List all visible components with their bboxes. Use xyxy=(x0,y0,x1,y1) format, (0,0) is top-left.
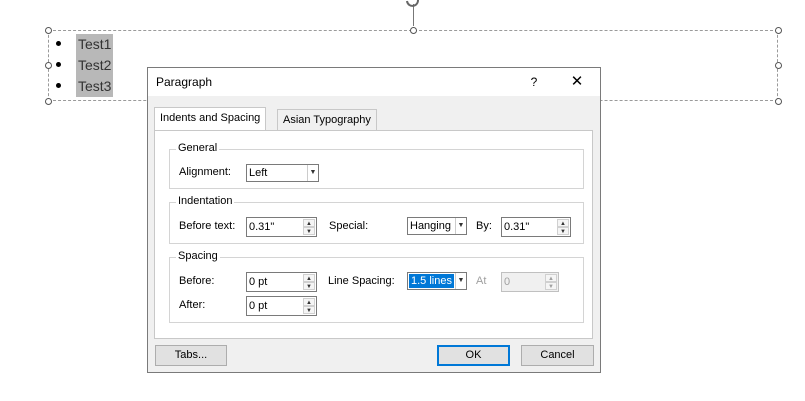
ok-button[interactable]: OK xyxy=(437,345,510,366)
spin-down-icon[interactable]: ▼ xyxy=(557,227,569,235)
group-spacing: Spacing Before: 0 pt ▲ ▼ Line Spacing: 1… xyxy=(169,250,584,323)
spin-down-icon[interactable]: ▼ xyxy=(303,306,315,314)
chevron-down-icon: ▼ xyxy=(307,165,318,181)
resize-handle-right[interactable] xyxy=(775,62,782,69)
before-label: Before: xyxy=(179,275,215,287)
tab-panel: General Alignment: Left ▼ Indentation Be… xyxy=(154,130,593,339)
spin-down-icon[interactable]: ▼ xyxy=(303,282,315,290)
dialog-title: Paragraph xyxy=(156,75,213,89)
bullet-icon xyxy=(56,62,61,67)
spin-up-icon[interactable]: ▲ xyxy=(545,274,557,282)
chevron-down-icon: ▼ xyxy=(455,273,466,289)
before-text-spinner[interactable]: 0.31" ▲ ▼ xyxy=(246,217,317,237)
resize-handle-bottom-right[interactable] xyxy=(775,98,782,105)
before-text-label: Before text: xyxy=(179,220,236,232)
alignment-select[interactable]: Left ▼ xyxy=(246,164,319,182)
dialog-titlebar[interactable]: Paragraph ? ✕ xyxy=(148,68,600,96)
bullet-text: Test2 xyxy=(76,55,114,76)
alignment-label: Alignment: xyxy=(179,166,231,178)
group-indentation: Indentation Before text: 0.31" ▲ ▼ Speci… xyxy=(169,195,584,244)
by-label: By: xyxy=(476,220,492,232)
before-spacing-spinner[interactable]: 0 pt ▲ ▼ xyxy=(246,272,317,292)
spin-up-icon[interactable]: ▲ xyxy=(303,298,315,306)
resize-handle-top-right[interactable] xyxy=(775,27,782,34)
resize-handle-top-left[interactable] xyxy=(45,27,52,34)
before-text-value: 0.31" xyxy=(249,221,275,233)
spin-up-icon[interactable]: ▲ xyxy=(303,274,315,282)
paragraph-dialog: Paragraph ? ✕ Indents and Spacing Asian … xyxy=(147,67,601,373)
line-spacing-value: 1.5 lines xyxy=(409,274,454,288)
bullet-text: Test3 xyxy=(76,76,114,97)
spin-down-icon[interactable]: ▼ xyxy=(545,282,557,290)
rotate-handle-icon[interactable] xyxy=(404,0,421,9)
tab-asian-typography[interactable]: Asian Typography xyxy=(277,109,377,131)
bullet-icon xyxy=(56,83,61,88)
chevron-down-icon: ▼ xyxy=(455,218,466,234)
resize-handle-left[interactable] xyxy=(45,62,52,69)
tab-indents-and-spacing[interactable]: Indents and Spacing xyxy=(154,107,267,131)
line-spacing-select[interactable]: 1.5 lines ▼ xyxy=(407,272,467,290)
by-spinner[interactable]: 0.31" ▲ ▼ xyxy=(501,217,571,237)
group-title-spacing: Spacing xyxy=(176,250,220,262)
spin-down-icon[interactable]: ▼ xyxy=(303,227,315,235)
spin-up-icon[interactable]: ▲ xyxy=(303,219,315,227)
special-select[interactable]: Hanging ▼ xyxy=(407,217,467,235)
special-value: Hanging xyxy=(410,220,451,232)
at-value: 0 xyxy=(504,276,511,288)
bullet-icon xyxy=(56,41,61,46)
cancel-button[interactable]: Cancel xyxy=(521,345,594,366)
at-label: At xyxy=(476,275,487,287)
special-label: Special: xyxy=(329,220,369,232)
spin-up-icon[interactable]: ▲ xyxy=(557,219,569,227)
resize-handle-top[interactable] xyxy=(410,27,417,34)
line-spacing-label: Line Spacing: xyxy=(328,275,395,287)
alignment-value: Left xyxy=(249,167,268,179)
group-general: General Alignment: Left ▼ xyxy=(169,142,584,189)
resize-handle-bottom-left[interactable] xyxy=(45,98,52,105)
tabs-button[interactable]: Tabs... xyxy=(155,345,227,366)
bullet-text: Test1 xyxy=(76,34,114,55)
group-title-indentation: Indentation xyxy=(176,195,235,207)
after-value: 0 pt xyxy=(249,300,268,312)
before-value: 0 pt xyxy=(249,276,268,288)
after-spacing-spinner[interactable]: 0 pt ▲ ▼ xyxy=(246,296,317,316)
by-value: 0.31" xyxy=(504,221,530,233)
close-icon[interactable]: ✕ xyxy=(566,72,588,92)
at-spinner[interactable]: 0 ▲ ▼ xyxy=(501,272,559,292)
group-title-general: General xyxy=(176,142,220,154)
help-button[interactable]: ? xyxy=(524,72,544,92)
after-label: After: xyxy=(179,299,206,311)
